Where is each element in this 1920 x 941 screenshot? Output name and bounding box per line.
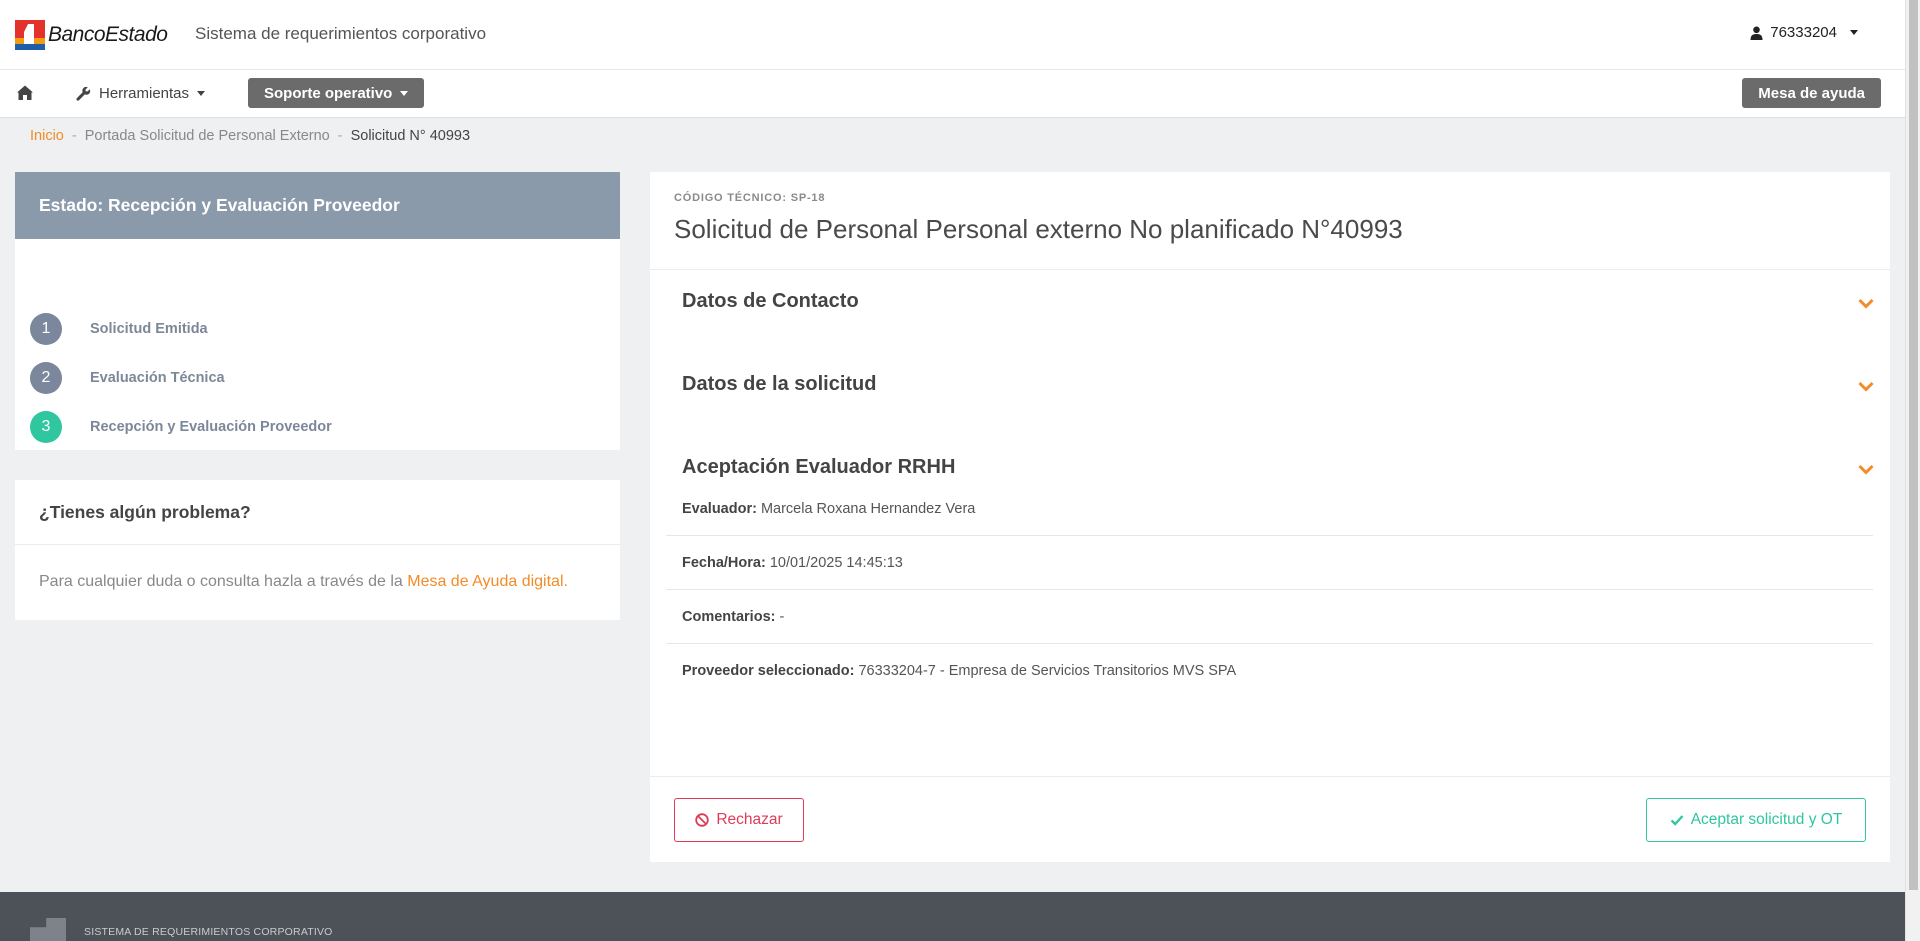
field-fecha-hora: Fecha/Hora: 10/01/2025 14:45:13	[666, 536, 1873, 590]
chevron-down-icon	[1850, 30, 1858, 35]
soporte-label: Soporte operativo	[264, 84, 393, 102]
chevron-down-icon[interactable]	[1858, 464, 1874, 476]
page-footer: SISTEMA DE REQUERIMIENTOS CORPORATIVO	[0, 892, 1905, 941]
field-label: Comentarios:	[682, 608, 776, 625]
help-card: ¿Tienes algún problema? Para cualquier d…	[15, 480, 620, 620]
breadcrumb-separator: -	[71, 128, 77, 144]
vertical-scrollbar[interactable]	[1905, 0, 1920, 941]
main-navbar: Herramientas Soporte operativo Mesa de a…	[0, 70, 1905, 118]
field-label: Fecha/Hora:	[682, 554, 766, 571]
chevron-down-icon	[400, 90, 409, 96]
user-icon	[1750, 26, 1763, 40]
status-card: Estado: Recepción y Evaluación Proveedor…	[15, 172, 620, 450]
tools-label: Herramientas	[99, 85, 190, 102]
section-datos-contacto[interactable]: Datos de Contacto	[682, 290, 859, 313]
soporte-operativo-button[interactable]: Soporte operativo	[248, 78, 425, 108]
accept-label: Aceptar solicitud y OT	[1690, 811, 1843, 828]
breadcrumb-current: Solicitud N° 40993	[350, 128, 471, 144]
field-label: Evaluador:	[682, 500, 757, 517]
breadcrumb: Inicio - Portada Solicitud de Personal E…	[30, 128, 470, 144]
step-item: 1 Solicitud Emitida	[30, 304, 332, 353]
breadcrumb-parent[interactable]: Portada Solicitud de Personal Externo	[85, 128, 330, 144]
section-aceptacion-evaluador[interactable]: Aceptación Evaluador RRHH	[682, 456, 955, 479]
tech-code: CÓDIGO TÉCNICO: SP-18	[674, 192, 826, 204]
step-number-active: 3	[30, 410, 62, 443]
step-number: 1	[30, 312, 62, 345]
field-value: 76333204-7 - Empresa de Servicios Transi…	[858, 663, 1237, 679]
step-number: 2	[30, 361, 62, 394]
chevron-down-icon[interactable]	[1858, 381, 1874, 393]
reject-button[interactable]: Rechazar	[674, 798, 804, 842]
footer-logo-icon	[30, 918, 66, 941]
help-title: ¿Tienes algún problema?	[15, 480, 620, 545]
field-evaluador: Evaluador: Marcela Roxana Hernandez Vera	[666, 482, 1873, 536]
chevron-down-icon[interactable]	[1858, 298, 1874, 310]
field-label: Proveedor seleccionado:	[682, 663, 855, 679]
app-title: Sistema de requerimientos corporativo	[195, 24, 487, 43]
field-comentarios: Comentarios: -	[666, 590, 1873, 644]
request-card: CÓDIGO TÉCNICO: SP-18 Solicitud de Perso…	[650, 172, 1890, 862]
user-menu[interactable]: 76333204	[1750, 24, 1858, 41]
footer-text: SISTEMA DE REQUERIMIENTOS CORPORATIVO	[84, 926, 333, 938]
chevron-down-icon	[197, 91, 206, 96]
divider	[650, 269, 1890, 270]
top-header: BancoEstado Sistema de requerimientos co…	[0, 0, 1905, 70]
field-value: 10/01/2025 14:45:13	[769, 554, 903, 571]
step-item: 2 Evaluación Técnica	[30, 353, 332, 402]
home-icon[interactable]	[16, 84, 34, 102]
brand-name: BancoEstado	[48, 23, 168, 46]
help-text: Para cualquier duda o consulta hazla a t…	[39, 573, 408, 590]
step-label: Evaluación Técnica	[90, 369, 225, 386]
scrollbar-thumb[interactable]	[1909, 0, 1918, 890]
section-datos-solicitud[interactable]: Datos de la solicitud	[682, 373, 876, 396]
user-id: 76333204	[1770, 24, 1837, 41]
check-icon	[1670, 815, 1684, 826]
field-value: -	[779, 608, 785, 625]
field-proveedor: Proveedor seleccionado: 76333204-7 - Emp…	[666, 644, 1873, 698]
accept-button[interactable]: Aceptar solicitud y OT	[1646, 798, 1866, 842]
breadcrumb-separator: -	[337, 128, 343, 144]
divider	[650, 776, 1890, 777]
help-body: Para cualquier duda o consulta hazla a t…	[15, 545, 620, 619]
field-value: Marcela Roxana Hernandez Vera	[760, 500, 976, 517]
bancoestado-logo[interactable]: BancoEstado	[15, 20, 168, 50]
step-label: Recepción y Evaluación Proveedor	[90, 418, 332, 435]
wrench-icon	[76, 86, 91, 101]
reject-label: Rechazar	[716, 811, 783, 828]
tools-menu[interactable]: Herramientas	[76, 85, 206, 102]
page-title: Solicitud de Personal Personal externo N…	[674, 214, 1403, 244]
help-desk-link[interactable]: Mesa de Ayuda digital.	[407, 573, 568, 590]
step-label: Solicitud Emitida	[90, 320, 208, 337]
status-steps: 1 Solicitud Emitida 2 Evaluación Técnica…	[30, 304, 332, 451]
breadcrumb-home-link[interactable]: Inicio	[30, 128, 64, 144]
step-item: 3 Recepción y Evaluación Proveedor	[30, 402, 332, 451]
status-title: Estado: Recepción y Evaluación Proveedor	[15, 172, 620, 239]
logo-icon	[15, 20, 45, 50]
page: BancoEstado Sistema de requerimientos co…	[0, 0, 1905, 941]
ban-icon	[695, 813, 710, 827]
mesa-de-ayuda-button[interactable]: Mesa de ayuda	[1742, 78, 1881, 108]
